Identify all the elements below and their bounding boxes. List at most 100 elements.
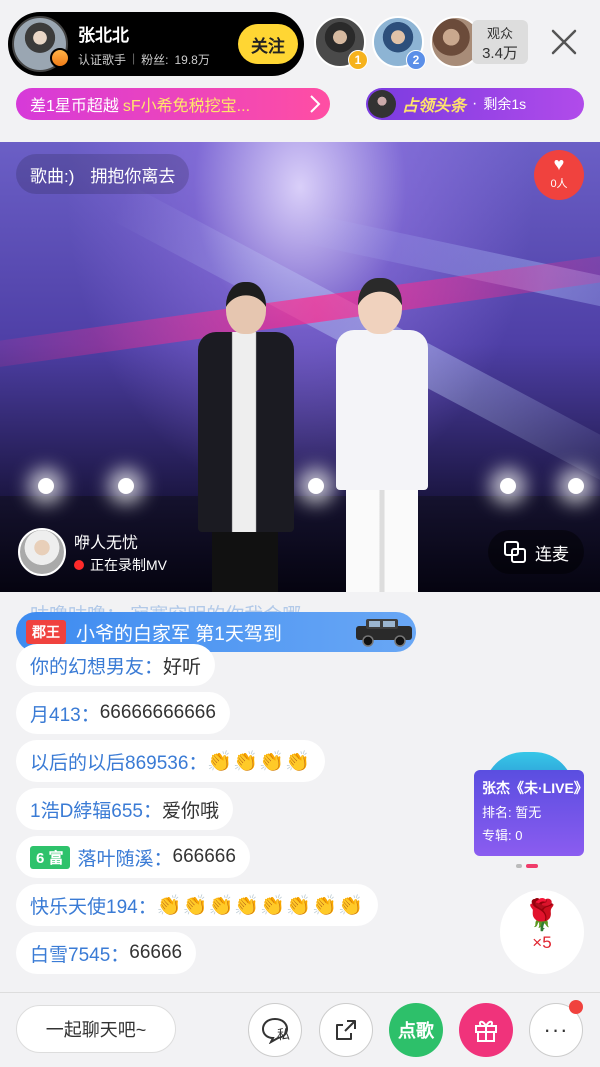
link-mic-label: 连麦 — [535, 544, 569, 564]
entry-banner-text: 小爷的白家军 第1天驾到 — [76, 623, 282, 645]
chat-message[interactable]: 白雪7545： 66666 — [16, 932, 197, 974]
rank-ticker-target: sF小希免税挖宝... — [122, 98, 251, 115]
chat-username[interactable]: 快乐天使194： — [30, 892, 157, 919]
chat-message[interactable]: 1浩D綍辐655： 爱你哦 — [16, 788, 234, 830]
rank-ticker[interactable]: 差1星币超越 sF小希免税挖宝... — [16, 88, 330, 120]
recording-dot-icon — [74, 560, 84, 570]
chat-message[interactable]: 你的幻想男友： 好听 — [16, 644, 216, 686]
top-fan-avatar-1[interactable]: 1 — [314, 16, 368, 70]
like-badge[interactable]: ♥ 0人 — [534, 150, 584, 200]
close-icon[interactable] — [548, 26, 580, 58]
album-count-label: 专辑: — [482, 828, 512, 843]
song-tag[interactable]: 歌曲:) 拥抱你离去 — [16, 154, 190, 194]
share-icon — [336, 1020, 356, 1040]
rose-count: ×5 — [532, 933, 552, 952]
fan-rank-badge: 1 — [348, 50, 368, 70]
share-button[interactable] — [319, 1003, 373, 1057]
clap-emoji-text: 👏👏👏👏👏👏👏👏 — [156, 894, 364, 917]
album-rank: 排名: 暂无 — [482, 802, 576, 821]
chat-username[interactable]: 白雪7545： — [30, 940, 129, 967]
chat-message[interactable]: 快乐天使194： 👏👏👏👏👏👏👏👏 — [16, 884, 378, 926]
chat-text: 666666 — [172, 846, 236, 867]
card-pager — [516, 864, 538, 868]
chat-text: 66666 — [129, 942, 183, 963]
like-count: 0人 — [550, 178, 568, 190]
live-video[interactable]: 歌曲:) 拥抱你离去 ♥ 0人 咿人无忧 正在录制MV 连麦 — [0, 142, 600, 592]
rose-gift-button[interactable]: 🌹 ×5 — [500, 890, 584, 974]
noble-rank-badge: 郡王 — [26, 620, 66, 644]
recorder-info: 咿人无忧 正在录制MV — [74, 529, 167, 575]
album-rank-value: 暂无 — [515, 805, 542, 820]
stage-light — [118, 478, 134, 494]
recording-status-text: 正在录制MV — [90, 557, 167, 573]
chat-username[interactable]: 1浩D綍辐655： — [30, 796, 162, 823]
album-rank-label: 排名: — [482, 805, 512, 820]
car-icon — [356, 619, 412, 647]
pager-dot — [516, 864, 522, 868]
wealth-level-badge: 6 富 — [30, 845, 70, 869]
gift-icon — [475, 1020, 497, 1042]
singer-right — [346, 482, 418, 592]
bottom-bar: 一起聊天吧~ 私 点歌 ··· — [0, 992, 600, 1067]
divider: | — [132, 50, 136, 65]
link-mic-button[interactable]: 连麦 — [488, 530, 584, 574]
host-card[interactable]: 张北北 认证歌手 | 粉丝: 19.8万 关注 — [8, 12, 304, 76]
headline-avatar — [368, 90, 396, 118]
gift-button[interactable] — [459, 1003, 513, 1057]
rank-ticker-text: 差1星币超越 — [30, 98, 119, 115]
fans-label: 粉丝: — [141, 52, 169, 67]
chat-message[interactable]: 6 富 落叶随溪： 666666 — [16, 836, 250, 878]
chat-text: 66666666666 — [99, 702, 216, 723]
headline-remaining: 剩余1s — [483, 96, 527, 112]
host-info: 张北北 认证歌手 | 粉丝: 19.8万 — [78, 21, 238, 68]
chat-text: 好听 — [163, 656, 202, 678]
stage-light — [308, 478, 324, 494]
rose-icon: 🌹 — [523, 899, 561, 932]
chevron-right-icon — [310, 95, 321, 113]
notification-dot — [569, 1000, 583, 1014]
lips-icon: ♥ — [553, 154, 565, 174]
stage-light — [38, 478, 54, 494]
singer-right — [358, 278, 402, 334]
singer-right — [336, 330, 428, 490]
viewer-count-box[interactable]: 观众 3.4万 — [472, 20, 528, 64]
pager-dot-active — [526, 864, 538, 868]
recording-status: 正在录制MV — [74, 555, 167, 575]
verified-badge-icon — [50, 48, 70, 68]
chat-username[interactable]: 你的幻想男友： — [30, 652, 163, 679]
chat-username[interactable]: 月413： — [30, 700, 100, 727]
host-name: 张北北 — [78, 25, 129, 45]
singer-left — [226, 282, 266, 334]
song-name: 拥抱你离去 — [90, 166, 176, 186]
viewer-label: 观众 — [486, 26, 513, 41]
top-fan-avatar-2[interactable]: 2 — [372, 16, 426, 70]
chat-message[interactable]: 月413： 66666666666 — [16, 692, 230, 734]
recorder-avatar — [18, 528, 66, 576]
album-card-body: 张杰《未·LIVE》 排名: 暂无 专辑: 0 — [474, 770, 588, 856]
chat-username[interactable]: 落叶随溪： — [78, 844, 173, 871]
album-title: 张杰《未·LIVE》 — [482, 780, 588, 796]
album-promo-card[interactable]: 张杰《未·LIVE》 排名: 暂无 专辑: 0 — [474, 752, 588, 856]
clap-emoji-text: 👏👏👏👏 — [207, 750, 312, 773]
album-count-value: 0 — [515, 828, 523, 843]
chat-message[interactable]: 以后的以后869536： 👏👏👏👏 — [16, 740, 326, 782]
headline-pill[interactable]: 占领头条 · 剩余1s — [366, 88, 584, 120]
viewer-count: 3.4万 — [482, 45, 518, 62]
singer-left — [198, 332, 294, 532]
fans-count: 19.8万 — [174, 52, 210, 67]
link-mic-icon — [504, 541, 526, 563]
chat-input[interactable]: 一起聊天吧~ — [16, 1005, 176, 1053]
stage-light — [568, 478, 584, 494]
host-title: 认证歌手 — [78, 52, 127, 67]
private-label: 私 — [277, 1027, 291, 1042]
private-chat-button[interactable]: 私 — [248, 1003, 302, 1057]
host-avatar[interactable] — [12, 16, 70, 72]
recorder-name: 咿人无忧 — [74, 535, 139, 552]
chat-username[interactable]: 以后的以后869536： — [30, 748, 207, 775]
stage-light — [500, 478, 516, 494]
mv-recorder[interactable]: 咿人无忧 正在录制MV — [18, 526, 228, 578]
song-prefix: 歌曲:) — [30, 166, 75, 186]
follow-button[interactable]: 关注 — [238, 24, 298, 64]
request-song-button[interactable]: 点歌 — [389, 1003, 443, 1057]
headline-dot: · — [472, 95, 478, 112]
